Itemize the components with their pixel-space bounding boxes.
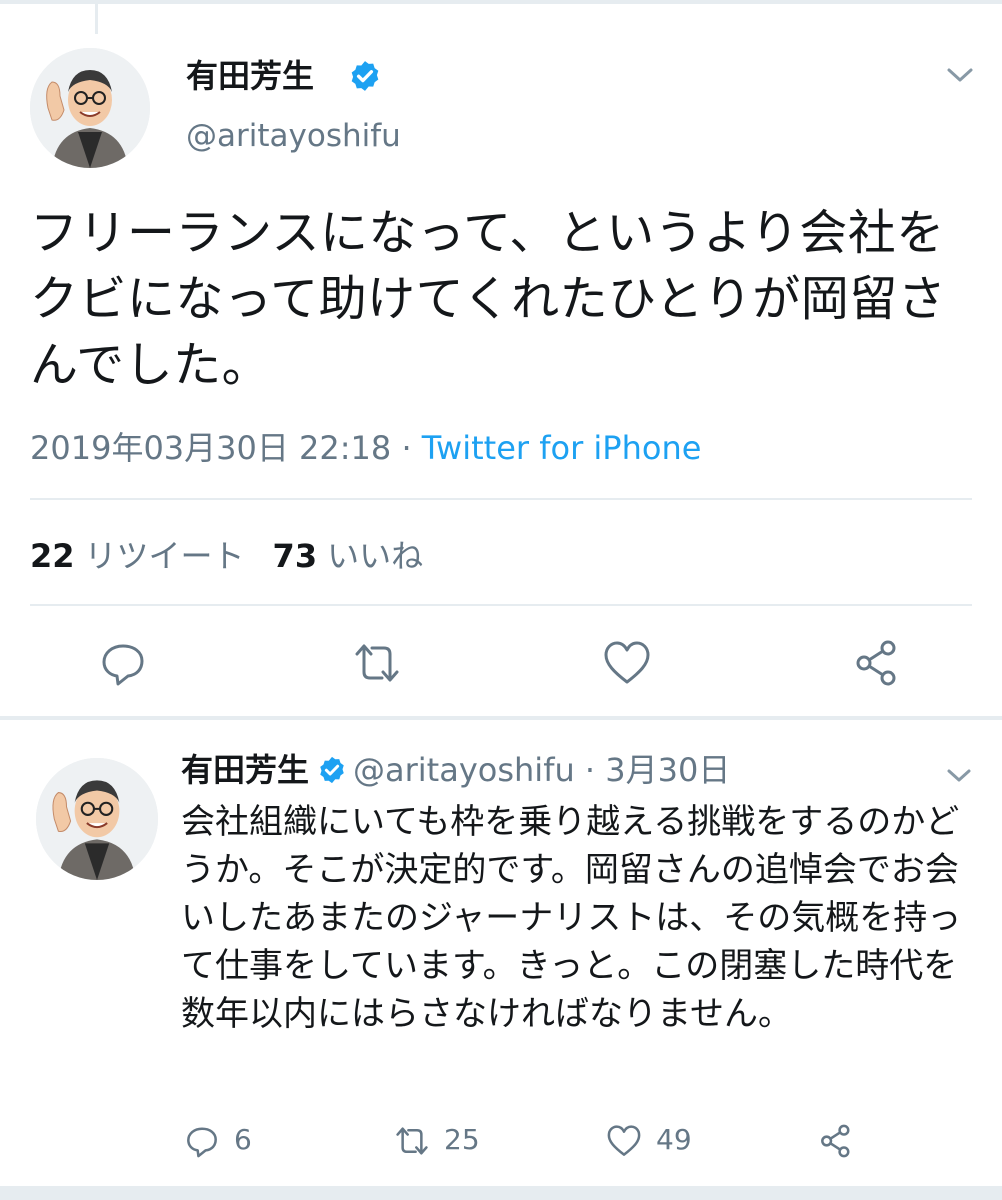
retweets-count[interactable]: 22: [30, 537, 75, 575]
reply-icon: [187, 1127, 217, 1158]
reply-header: 有田芳生 @aritayoshifu · 3月30日: [181, 748, 730, 792]
tweet-source-link[interactable]: Twitter for iPhone: [422, 429, 702, 467]
stats-divider-top: [30, 498, 972, 500]
retweets-label[interactable]: リツイート: [85, 537, 245, 575]
reply-like-button[interactable]: 49: [606, 1120, 692, 1160]
chevron-down-icon[interactable]: [946, 768, 972, 784]
retweet-icon: [355, 644, 399, 682]
like-button[interactable]: [602, 638, 652, 688]
tweet-text: フリーランスになって、というより会社をクビになって助けてくれたひとりが岡留さんで…: [30, 205, 947, 393]
reply-count: 6: [234, 1123, 252, 1156]
reply-share-button[interactable]: [818, 1120, 868, 1160]
tweet-timestamp[interactable]: 2019年03月30日 22:18: [30, 429, 391, 467]
avatar-illustration-icon: [36, 758, 158, 880]
reply-tweet[interactable]: 有田芳生 @aritayoshifu · 3月30日 会社組織にいても枠を乗り越…: [0, 720, 1002, 1190]
retweet-icon: [396, 1127, 428, 1155]
reply-text: 会社組織にいても枠を乗り越える挑戦をするのかどうか。そこが決定的です。岡留さんの…: [181, 802, 962, 1034]
avatar-illustration-icon: [30, 48, 150, 168]
reply-date[interactable]: 3月30日: [605, 751, 730, 789]
heart-icon: [604, 641, 650, 684]
reply-reply-button[interactable]: 6: [184, 1120, 252, 1160]
share-button[interactable]: [852, 638, 902, 688]
reply-avatar[interactable]: [36, 758, 158, 880]
share-icon: [821, 1124, 850, 1158]
author-handle[interactable]: @aritayoshifu: [186, 116, 401, 156]
reply-author-name[interactable]: 有田芳生: [181, 751, 309, 789]
heart-icon: [607, 1125, 641, 1156]
reply-separator: ·: [584, 751, 596, 789]
main-tweet: 有田芳生 @aritayoshifu フリーランスになって、というより会社をクビ…: [0, 4, 1002, 716]
chevron-down-icon[interactable]: [946, 66, 974, 84]
tweet-meta: 2019年03月30日 22:18 · Twitter for iPhone: [30, 426, 701, 470]
retweet-button[interactable]: [352, 638, 402, 688]
reply-author-handle[interactable]: @aritayoshifu: [353, 751, 575, 789]
reply-retweet-button[interactable]: 25: [394, 1120, 480, 1160]
author-name[interactable]: 有田芳生: [186, 56, 314, 96]
retweet-count: 25: [444, 1123, 480, 1156]
likes-label[interactable]: いいね: [327, 537, 423, 575]
stats-divider-bottom: [30, 604, 972, 606]
engagement-stats: 22 リツイート 73 いいね: [30, 534, 423, 578]
verified-badge-icon: [320, 756, 344, 784]
like-count: 49: [656, 1123, 692, 1156]
meta-separator: ·: [401, 429, 412, 467]
avatar[interactable]: [30, 48, 150, 168]
reply-button[interactable]: [98, 638, 148, 688]
reply-icon: [102, 644, 144, 686]
bottom-divider: [0, 1186, 1002, 1200]
likes-count[interactable]: 73: [273, 537, 318, 575]
verified-badge-icon: [351, 61, 379, 91]
share-icon: [856, 640, 896, 686]
